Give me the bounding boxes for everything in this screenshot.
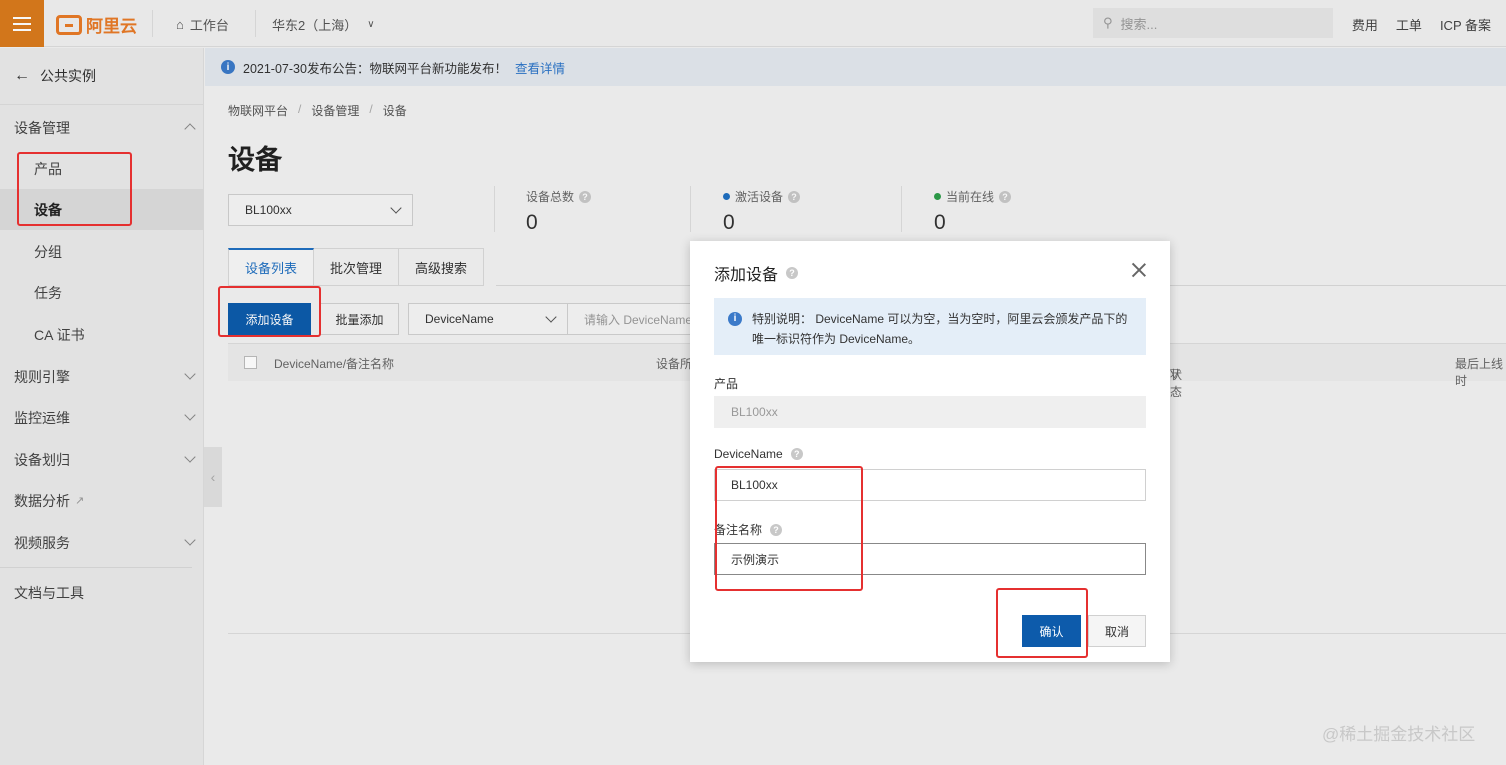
dialog-title: 添加设备 ? xyxy=(714,261,799,285)
annotation-box xyxy=(996,588,1088,658)
watermark: @稀土掘金技术社区 xyxy=(1322,725,1476,744)
help-icon[interactable]: ? xyxy=(786,267,799,279)
cancel-button[interactable]: 取消 xyxy=(1088,615,1146,647)
add-device-dialog: 添加设备 ? i 特别说明： DeviceName 可以为空，当为空时，阿里云会… xyxy=(690,241,1170,662)
product-label: 产品 xyxy=(714,375,738,392)
annotation-box xyxy=(715,466,863,591)
field-label-text: 产品 xyxy=(714,377,739,391)
dialog-notice: i 特别说明： DeviceName 可以为空，当为空时，阿里云会颁发产品下的唯… xyxy=(714,298,1146,355)
annotation-box xyxy=(218,286,321,337)
annotation-box xyxy=(17,152,132,226)
product-field: BL100xx xyxy=(714,396,1146,428)
devicename-label: DeviceName ? xyxy=(714,447,803,461)
help-icon[interactable]: ? xyxy=(790,448,803,460)
info-icon: i xyxy=(728,312,742,326)
dialog-title-text: 添加设备 xyxy=(714,267,779,284)
close-icon[interactable] xyxy=(1130,261,1148,279)
dialog-notice-text: 特别说明： DeviceName 可以为空，当为空时，阿里云会颁发产品下的唯一标… xyxy=(752,312,1128,346)
field-label-text: DeviceName xyxy=(714,447,783,461)
